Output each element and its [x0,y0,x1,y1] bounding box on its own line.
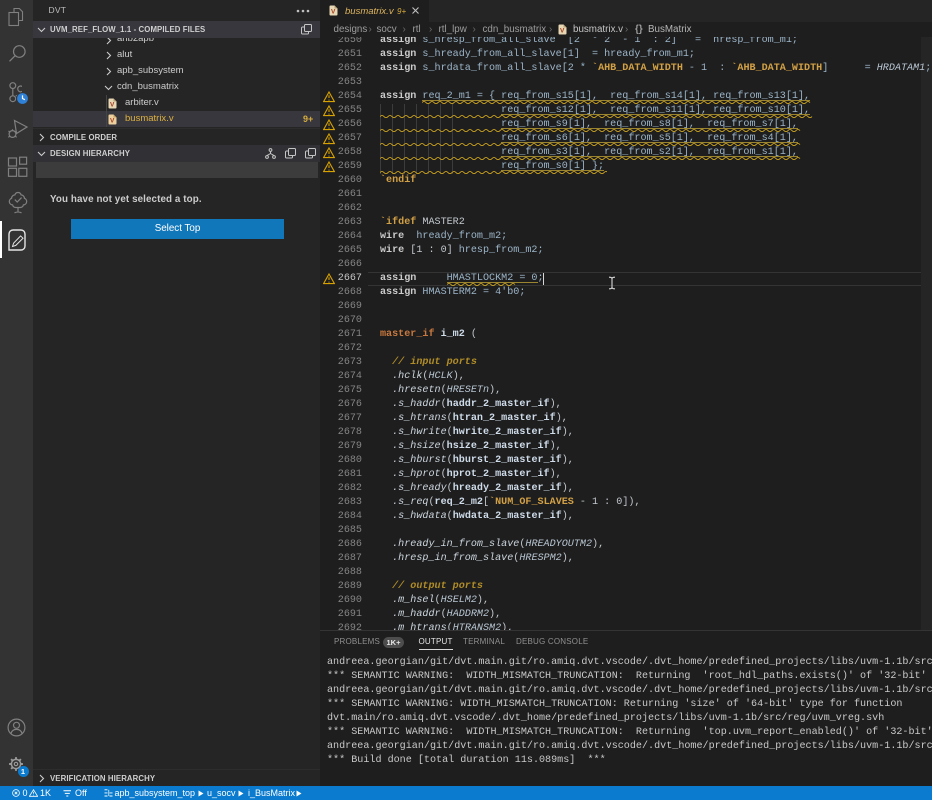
svg-text:V: V [331,9,336,16]
svg-text:V: V [110,117,115,124]
svg-text:V: V [560,28,565,35]
svg-text:V: V [110,101,115,108]
